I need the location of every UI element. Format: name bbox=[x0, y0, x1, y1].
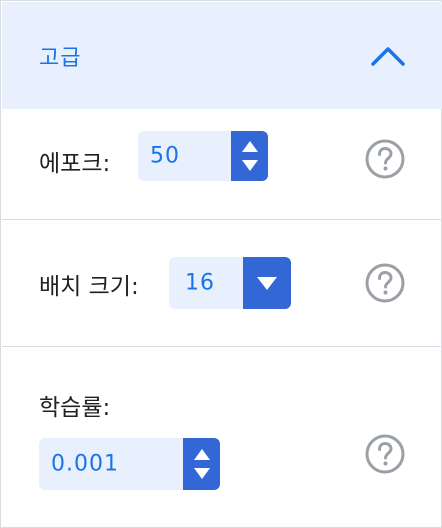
chevron-up-icon[interactable] bbox=[370, 45, 406, 67]
increment-icon[interactable] bbox=[193, 449, 210, 460]
decrement-icon[interactable] bbox=[241, 160, 258, 171]
epochs-spinbox[interactable]: 50 bbox=[138, 131, 268, 181]
epochs-value[interactable]: 50 bbox=[150, 144, 180, 169]
learning-rate-help-icon[interactable] bbox=[364, 433, 406, 475]
batch-size-value[interactable]: 16 bbox=[185, 271, 215, 296]
advanced-settings-panel: 고급 에포크: 50 배치 크기: 16 학습률: 0.001 bbox=[0, 0, 442, 528]
advanced-section-header[interactable]: 고급 bbox=[2, 2, 442, 109]
learning-rate-spinbox[interactable]: 0.001 bbox=[39, 438, 220, 490]
caret-down-icon[interactable] bbox=[257, 276, 277, 290]
batch-size-dropdown[interactable]: 16 bbox=[169, 257, 291, 309]
increment-icon[interactable] bbox=[241, 141, 258, 152]
epochs-help-icon[interactable] bbox=[364, 138, 406, 180]
batch-size-row: 배치 크기: 16 bbox=[2, 220, 442, 346]
batch-size-label: 배치 크기: bbox=[39, 274, 139, 300]
advanced-section-title: 고급 bbox=[39, 45, 82, 71]
batch-size-dropdown-button[interactable] bbox=[243, 257, 291, 309]
epochs-row: 에포크: 50 bbox=[2, 109, 442, 219]
learning-rate-value[interactable]: 0.001 bbox=[51, 452, 119, 477]
batch-size-help-icon[interactable] bbox=[364, 262, 406, 304]
learning-rate-label: 학습률: bbox=[39, 395, 111, 421]
learning-rate-row: 학습률: 0.001 bbox=[2, 347, 442, 527]
decrement-icon[interactable] bbox=[193, 468, 210, 479]
epochs-stepper[interactable] bbox=[231, 131, 268, 181]
learning-rate-stepper[interactable] bbox=[183, 438, 220, 490]
epochs-label: 에포크: bbox=[39, 151, 111, 177]
